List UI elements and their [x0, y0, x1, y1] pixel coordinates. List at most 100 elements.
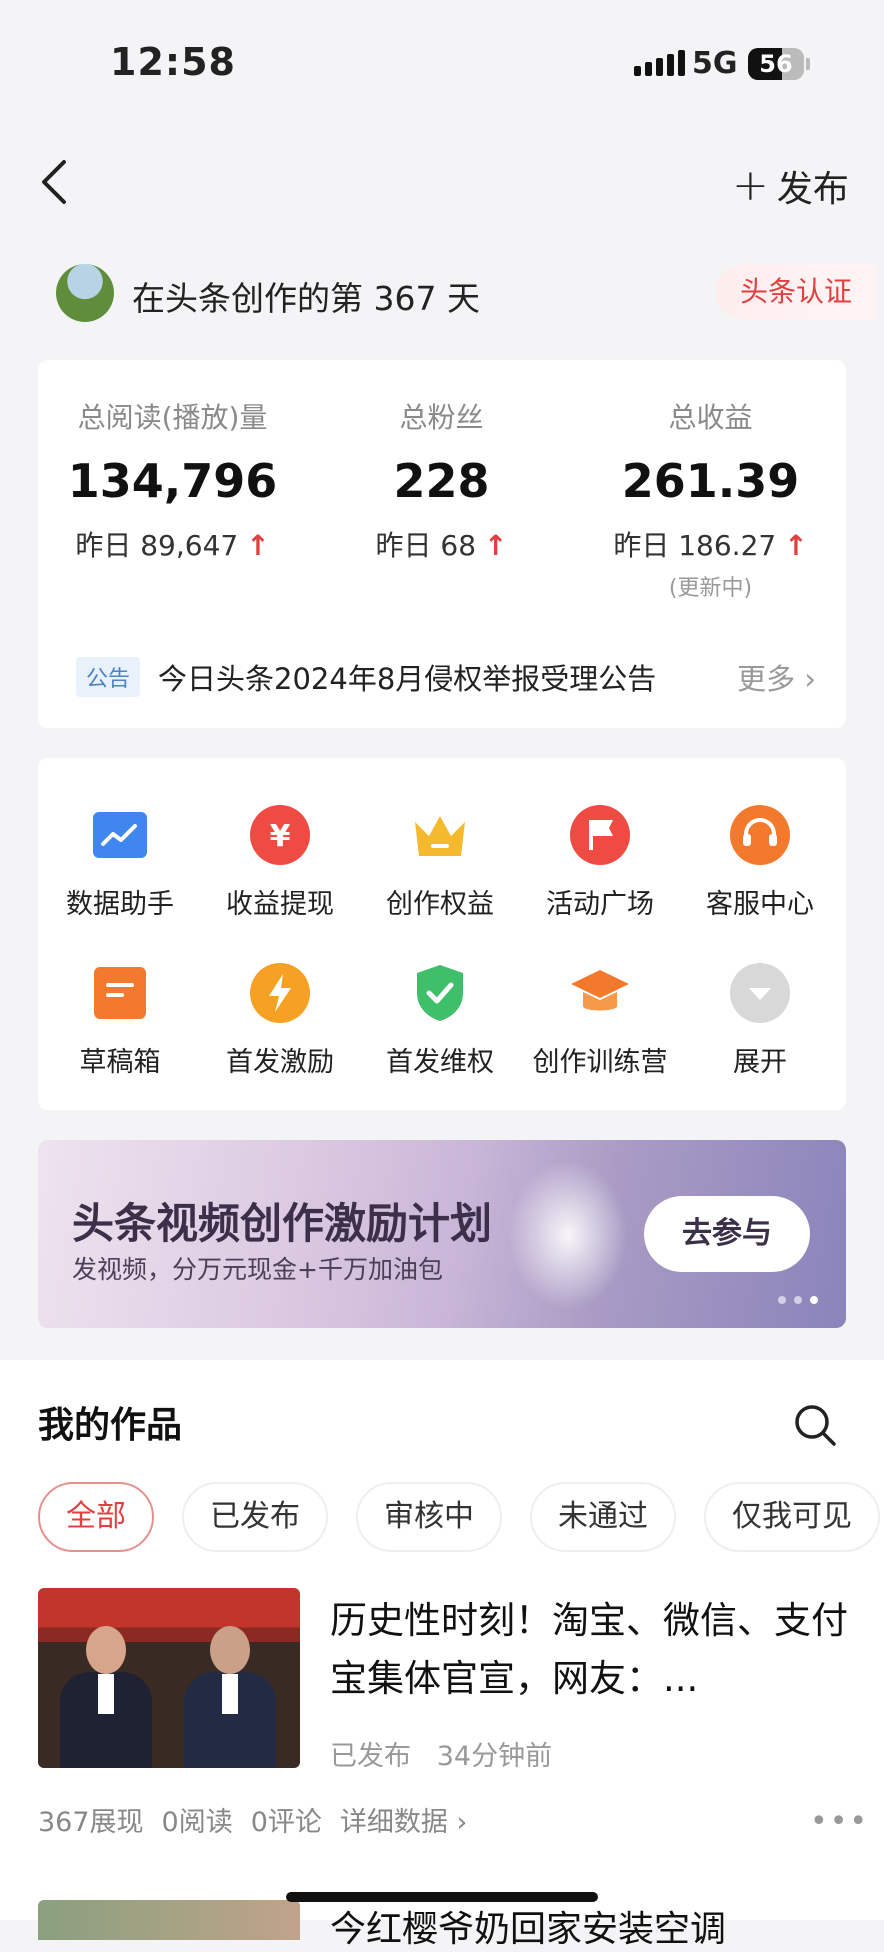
- stat-updating-note: (更新中): [668, 576, 753, 601]
- chevron-left-icon: [42, 160, 66, 204]
- article-comments: 0评论: [250, 1807, 322, 1838]
- tool-label: 创作训练营: [532, 1047, 668, 1078]
- avatar[interactable]: [56, 264, 114, 322]
- banner-pagination: [778, 1296, 818, 1304]
- signal-icon: [634, 50, 685, 76]
- stat-value: 134,796: [67, 454, 278, 508]
- tool-training-camp[interactable]: 创作训练营: [520, 962, 680, 1079]
- stat-yesterday: 昨日 89,647: [75, 529, 239, 562]
- article-stats: 367展现 0阅读 0评论 详细数据 ›: [38, 1800, 467, 1839]
- back-button[interactable]: [36, 158, 76, 206]
- my-works-section: 我的作品 全部 已发布 审核中 未通过 仅我可见 历史性时刻！淘宝、微信、支付宝…: [0, 1360, 884, 1950]
- stat-total-reads[interactable]: 总阅读(播放)量 134,796 昨日 89,647 ↑: [38, 360, 307, 564]
- stat-yesterday: 昨日 68: [375, 529, 477, 562]
- banner-subtitle: 发视频，分万元现金+千万加油包: [72, 1255, 443, 1284]
- stat-label: 总收益: [668, 401, 753, 434]
- more-options-icon[interactable]: •••: [810, 1804, 869, 1839]
- tools-grid: 数据助手 ¥ 收益提现 创作权益 活动广场 客服中心 草稿箱 首发激励 首发维权…: [38, 758, 846, 1110]
- detail-data-link[interactable]: 详细数据 ›: [340, 1800, 467, 1839]
- flag-icon: [569, 804, 631, 866]
- notice-more-label: 更多: [737, 662, 796, 696]
- tool-drafts[interactable]: 草稿箱: [40, 962, 200, 1079]
- tool-label: 数据助手: [66, 889, 174, 920]
- expand-icon: [729, 962, 791, 1024]
- article-impressions: 367展现: [38, 1807, 144, 1838]
- article-title[interactable]: 历史性时刻！淘宝、微信、支付宝集体官宣，网友：...: [330, 1592, 850, 1708]
- thumbnail-person: [60, 1618, 152, 1768]
- tool-label: 草稿箱: [79, 1047, 161, 1078]
- article-thumbnail[interactable]: [38, 1588, 300, 1768]
- promo-banner[interactable]: 头条视频创作激励计划 发视频，分万元现金+千万加油包 去参与: [38, 1140, 846, 1328]
- notice-more-link[interactable]: 更多 ›: [737, 656, 816, 698]
- headset-icon: [729, 804, 791, 866]
- tab-private[interactable]: 仅我可见: [704, 1482, 880, 1552]
- stat-total-fans[interactable]: 总粉丝 228 昨日 68 ↑: [307, 360, 576, 564]
- stats-card: 总阅读(播放)量 134,796 昨日 89,647 ↑ 总粉丝 228 昨日 6…: [38, 360, 846, 728]
- arrow-up-icon: ↑: [246, 529, 270, 562]
- article-time: 34分钟前: [436, 1741, 553, 1772]
- article-meta: 已发布 34分钟前: [330, 1734, 552, 1773]
- tool-withdraw[interactable]: ¥ 收益提现: [200, 804, 360, 921]
- article-reads: 0阅读: [161, 1807, 233, 1838]
- stat-yesterday: 昨日 186.27: [613, 529, 777, 562]
- publish-label: 发布: [776, 169, 849, 210]
- notice-tag: 公告: [76, 657, 141, 697]
- search-button[interactable]: [792, 1402, 838, 1448]
- verify-badge[interactable]: 头条认证: [716, 264, 876, 320]
- tool-label: 收益提现: [226, 889, 334, 920]
- network-type: 5G: [692, 46, 738, 81]
- next-article-thumbnail[interactable]: [38, 1900, 300, 1940]
- publish-button[interactable]: + 发布: [732, 160, 849, 212]
- tab-all[interactable]: 全部: [38, 1482, 154, 1552]
- banner-join-button[interactable]: 去参与: [644, 1196, 810, 1272]
- tab-rejected[interactable]: 未通过: [530, 1482, 676, 1552]
- tab-reviewing[interactable]: 审核中: [356, 1482, 502, 1552]
- home-indicator: [286, 1892, 598, 1902]
- shield-check-icon: [409, 962, 471, 1024]
- tool-label: 首发激励: [226, 1047, 334, 1078]
- arrow-up-icon: ↑: [484, 529, 508, 562]
- battery-tip: [806, 58, 810, 70]
- tool-customer-service[interactable]: 客服中心: [680, 804, 840, 921]
- thumbnail-person: [184, 1618, 276, 1768]
- plus-icon: +: [732, 160, 769, 211]
- notice-bar[interactable]: 公告 今日头条2024年8月侵权举报受理公告 更多 ›: [76, 656, 816, 698]
- yuan-icon: ¥: [249, 804, 311, 866]
- stat-value: 228: [393, 454, 490, 508]
- detail-data-label: 详细数据: [339, 1807, 448, 1838]
- battery-icon: 56: [748, 48, 804, 80]
- banner-title: 头条视频创作激励计划: [72, 1199, 493, 1248]
- tool-data-assistant[interactable]: 数据助手: [40, 804, 200, 921]
- chevron-right-icon: ›: [456, 1807, 468, 1838]
- tool-creator-rights[interactable]: 创作权益: [360, 804, 520, 921]
- stat-label: 总阅读(播放)量: [77, 401, 268, 434]
- draft-icon: [89, 962, 151, 1024]
- arrow-up-icon: ↑: [784, 529, 808, 562]
- article-status: 已发布: [330, 1741, 411, 1772]
- tool-label: 首发维权: [386, 1047, 494, 1078]
- tool-label: 活动广场: [546, 889, 654, 920]
- tool-label: 创作权益: [386, 889, 494, 920]
- tab-published[interactable]: 已发布: [182, 1482, 328, 1552]
- chevron-right-icon: ›: [804, 662, 816, 696]
- tool-label: 客服中心: [706, 889, 814, 920]
- tool-activity-square[interactable]: 活动广场: [520, 804, 680, 921]
- graduation-cap-icon: [569, 962, 631, 1024]
- svg-text:¥: ¥: [270, 819, 291, 854]
- search-icon: [795, 1405, 836, 1446]
- banner-light-decoration: [508, 1160, 628, 1310]
- stat-label: 总粉丝: [399, 401, 484, 434]
- section-title: 我的作品: [38, 1405, 183, 1446]
- status-time: 12:58: [110, 40, 236, 84]
- chart-icon: [89, 804, 151, 866]
- battery-level: 56: [759, 50, 793, 78]
- tool-first-publish-reward[interactable]: 首发激励: [200, 962, 360, 1079]
- tool-expand[interactable]: 展开: [680, 962, 840, 1079]
- tool-first-publish-protection[interactable]: 首发维权: [360, 962, 520, 1079]
- creation-days: 在头条创作的第 367 天: [132, 279, 480, 318]
- stat-value: 261.39: [621, 454, 800, 508]
- works-filter-tabs: 全部 已发布 审核中 未通过 仅我可见: [38, 1482, 880, 1552]
- crown-icon: [409, 804, 471, 866]
- stat-total-income[interactable]: 总收益 261.39 昨日 186.27 ↑ (更新中): [576, 360, 845, 602]
- next-article-title[interactable]: 今红樱爷奶回家安装空调: [330, 1900, 726, 1952]
